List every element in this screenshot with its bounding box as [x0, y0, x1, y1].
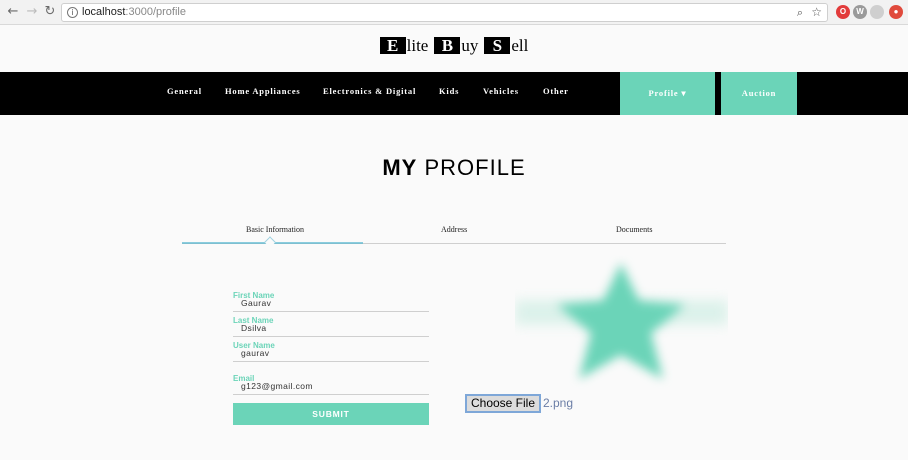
submit-button[interactable]: SUBMIT [233, 403, 429, 425]
tab-documents[interactable]: Documents [616, 225, 652, 234]
nav-vehicles[interactable]: Vehicles [483, 86, 519, 96]
logo-letter-e: E [379, 37, 406, 54]
bookmark-star-icon[interactable]: ☆ [811, 5, 822, 19]
logo-letter-s: S [484, 37, 511, 54]
main-navbar: General Home Appliances Electronics & Di… [0, 72, 908, 115]
first-name-input[interactable]: Gaurav [241, 298, 271, 308]
user-name-underline [233, 361, 429, 362]
last-name-input[interactable]: Dsilva [241, 323, 267, 333]
info-icon[interactable]: i [67, 7, 78, 18]
nav-home-appliances[interactable]: Home Appliances [225, 86, 301, 96]
last-name-underline [233, 336, 429, 337]
nav-electronics-digital[interactable]: Electronics & Digital [323, 86, 416, 96]
choose-file-button[interactable]: Choose File [465, 394, 541, 413]
logo-text-uy: uy [461, 36, 479, 55]
address-bar[interactable]: i localhost:3000/profile ⌕ ☆ [61, 3, 828, 22]
record-extension-icon[interactable]: ● [889, 5, 903, 19]
url-text: localhost:3000/profile [82, 6, 186, 18]
tab-basic-information[interactable]: Basic Information [246, 225, 304, 234]
first-name-underline [233, 311, 429, 312]
zoom-icon[interactable]: ⌕ [797, 6, 803, 20]
profile-dropdown-button[interactable]: Profile ▾ [620, 72, 715, 115]
user-name-input[interactable]: gaurav [241, 348, 269, 358]
w-extension-icon[interactable]: W [853, 5, 867, 19]
nav-kids[interactable]: Kids [439, 86, 459, 96]
reload-icon[interactable]: ↻ [42, 4, 58, 20]
extension-icon[interactable] [870, 5, 884, 19]
opera-extension-icon[interactable]: O [836, 5, 850, 19]
logo-text-ell: ell [511, 36, 529, 55]
page-title: MY PROFILE [382, 155, 526, 180]
profile-image [515, 255, 728, 393]
logo-text-lite: lite [406, 36, 429, 55]
forward-icon[interactable]: → [24, 4, 40, 20]
back-icon[interactable]: ← [5, 4, 21, 20]
file-name-text: 2.png [543, 396, 574, 410]
star-image-icon [557, 263, 685, 379]
logo-letter-b: B [434, 37, 461, 54]
site-logo[interactable]: Elite Buy Sell [0, 36, 908, 56]
email-input[interactable]: g123@gmail.com [241, 381, 313, 391]
active-tab-caret [264, 236, 276, 248]
nav-general[interactable]: General [167, 86, 202, 96]
browser-toolbar: ← → ↻ i localhost:3000/profile ⌕ ☆ O W ● [0, 0, 908, 25]
email-underline [233, 394, 429, 395]
tab-address[interactable]: Address [441, 225, 467, 234]
auction-button[interactable]: Auction [721, 72, 797, 115]
nav-other[interactable]: Other [543, 86, 569, 96]
